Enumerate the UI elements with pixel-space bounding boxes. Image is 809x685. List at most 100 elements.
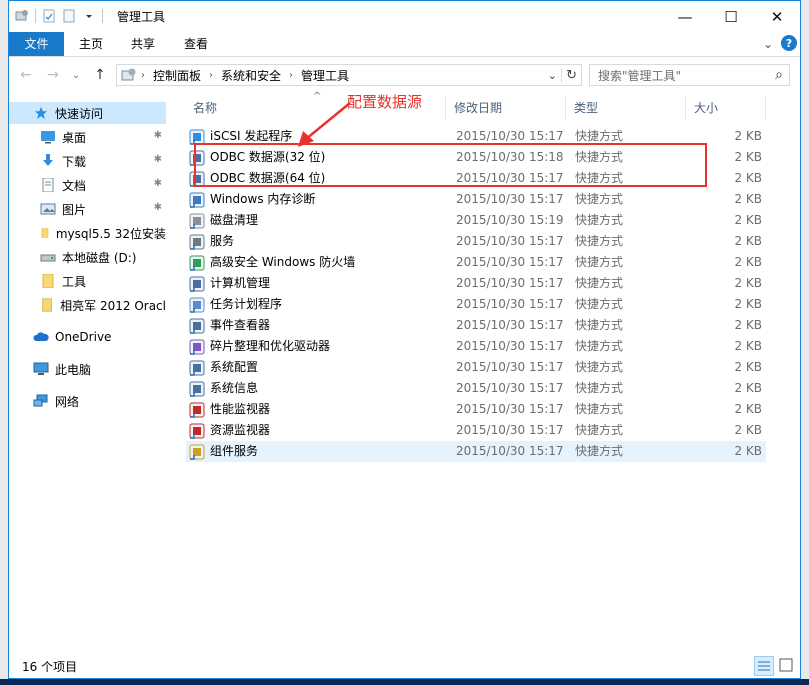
- file-date: 2015/10/30 15:17: [456, 255, 564, 269]
- refresh-button[interactable]: ↻: [561, 67, 577, 83]
- table-row[interactable]: 组件服务 2015/10/30 15:17 快捷方式 2 KB: [186, 441, 766, 462]
- large-icons-view-button[interactable]: [777, 656, 797, 676]
- help-button[interactable]: ?: [781, 35, 797, 51]
- shortcut-icon: [189, 423, 205, 439]
- shortcut-icon: [189, 234, 205, 250]
- address-dropdown-button[interactable]: ⌄: [548, 69, 557, 82]
- table-row[interactable]: 资源监视器 2015/10/30 15:17 快捷方式 2 KB: [186, 420, 766, 441]
- details-view-button[interactable]: [754, 656, 774, 676]
- file-date: 2015/10/30 15:17: [456, 402, 564, 416]
- file-name-cell: 资源监视器: [186, 420, 442, 441]
- back-button[interactable]: ←: [17, 66, 35, 84]
- tab-home[interactable]: 主页: [71, 32, 111, 56]
- sidebar-item-this-pc[interactable]: 此电脑: [9, 358, 166, 380]
- pin-icon: ✱: [153, 154, 162, 165]
- sidebar-item-quick-access[interactable]: 快速访问: [9, 102, 166, 124]
- sidebar-item-onedrive[interactable]: OneDrive: [9, 326, 166, 348]
- forward-button[interactable]: →: [44, 66, 62, 84]
- desktop-edge-right: [801, 0, 809, 679]
- file-name: 事件查看器: [210, 318, 271, 332]
- properties-icon[interactable]: [42, 9, 56, 23]
- control-panel-icon: [121, 68, 136, 81]
- crumb-admin-tools[interactable]: 管理工具: [297, 67, 353, 84]
- file-type: 快捷方式: [575, 381, 624, 395]
- file-type: 快捷方式: [575, 444, 624, 458]
- file-type: 快捷方式: [575, 213, 624, 227]
- column-header-size[interactable]: 大小: [686, 96, 766, 120]
- sidebar-item-label: 网络: [55, 394, 80, 409]
- shortcut-icon: [189, 192, 205, 208]
- file-size: 2 KB: [734, 297, 762, 311]
- folder-icon: [42, 298, 52, 312]
- network-icon: [33, 394, 48, 407]
- pictures-icon: [40, 203, 56, 215]
- tab-view[interactable]: 查看: [176, 32, 216, 56]
- drive-icon: [40, 254, 56, 262]
- sidebar-item-pictures[interactable]: 图片 ✱: [9, 198, 166, 220]
- table-row[interactable]: 磁盘清理 2015/10/30 15:19 快捷方式 2 KB: [186, 210, 766, 231]
- sidebar-item-oracle-folder[interactable]: 相亮军 2012 Oracl: [9, 294, 166, 316]
- sidebar-item-label: 下载: [62, 154, 87, 169]
- table-row[interactable]: 系统信息 2015/10/30 15:17 快捷方式 2 KB: [186, 378, 766, 399]
- sidebar-item-tools-folder[interactable]: 工具: [9, 270, 166, 292]
- up-button[interactable]: ↑: [91, 66, 109, 84]
- search-icon[interactable]: ⌕: [775, 67, 783, 83]
- file-type: 快捷方式: [575, 276, 624, 290]
- shortcut-icon: [189, 276, 205, 292]
- file-date: 2015/10/30 15:17: [456, 423, 564, 437]
- table-row[interactable]: 性能监视器 2015/10/30 15:17 快捷方式 2 KB: [186, 399, 766, 420]
- crumb-system-security[interactable]: 系统和安全: [217, 67, 285, 84]
- recent-locations-button[interactable]: ⌄: [67, 66, 85, 84]
- table-row[interactable]: 高级安全 Windows 防火墙 2015/10/30 15:17 快捷方式 2 KB: [186, 252, 766, 273]
- sidebar-item-label: 工具: [62, 274, 87, 289]
- desktop-edge-left: [0, 0, 8, 685]
- folder-icon: [41, 228, 49, 238]
- file-type: 快捷方式: [575, 297, 624, 311]
- tab-share[interactable]: 共享: [123, 32, 163, 56]
- table-row[interactable]: 计算机管理 2015/10/30 15:17 快捷方式 2 KB: [186, 273, 766, 294]
- file-type: 快捷方式: [575, 192, 624, 206]
- crumb-control-panel[interactable]: 控制面板: [149, 67, 205, 84]
- column-header-date[interactable]: 修改日期: [446, 96, 566, 120]
- sidebar-item-documents[interactable]: 文档 ✱: [9, 174, 166, 196]
- file-list: 名称 ^ 修改日期 类型 大小 iSCSI 发起程序 2015/10/30 15:…: [177, 91, 797, 653]
- table-row[interactable]: Windows 内存诊断 2015/10/30 15:17 快捷方式 2 KB: [186, 189, 766, 210]
- sidebar-item-downloads[interactable]: 下载 ✱: [9, 150, 166, 172]
- sidebar-item-desktop[interactable]: 桌面 ✱: [9, 126, 166, 148]
- table-row[interactable]: 服务 2015/10/30 15:17 快捷方式 2 KB: [186, 231, 766, 252]
- minimize-button[interactable]: —: [662, 1, 708, 32]
- file-name-cell: 任务计划程序: [186, 294, 442, 315]
- new-folder-icon[interactable]: [62, 9, 76, 23]
- table-row[interactable]: 任务计划程序 2015/10/30 15:17 快捷方式 2 KB: [186, 294, 766, 315]
- file-date: 2015/10/30 15:17: [456, 339, 564, 353]
- large-icons-view-icon: [779, 658, 793, 672]
- file-name: 资源监视器: [210, 423, 271, 437]
- sidebar-item-network[interactable]: 网络: [9, 390, 166, 412]
- close-button[interactable]: ✕: [754, 1, 800, 32]
- file-size: 2 KB: [734, 360, 762, 374]
- maximize-button[interactable]: ☐: [708, 1, 754, 32]
- crumb-separator-icon: ›: [209, 69, 214, 81]
- qat-dropdown-icon[interactable]: [82, 9, 96, 23]
- search-input[interactable]: 搜索"管理工具" ⌕: [589, 64, 790, 86]
- file-name-cell: 高级安全 Windows 防火墙: [186, 252, 442, 273]
- table-row[interactable]: 系统配置 2015/10/30 15:17 快捷方式 2 KB: [186, 357, 766, 378]
- file-size: 2 KB: [734, 276, 762, 290]
- tab-file[interactable]: 文件: [9, 32, 64, 56]
- file-name-cell: 事件查看器: [186, 315, 442, 336]
- file-size: 2 KB: [734, 339, 762, 353]
- file-type: 快捷方式: [575, 402, 624, 416]
- address-bar[interactable]: › 控制面板 › 系统和安全 › 管理工具 ⌄ ↻: [116, 64, 582, 86]
- file-name: 性能监视器: [210, 402, 271, 416]
- sidebar-item-local-disk-d[interactable]: 本地磁盘 (D:): [9, 246, 166, 268]
- ribbon-expand-button[interactable]: ⌄: [759, 35, 777, 53]
- column-header-date-label: 修改日期: [454, 101, 503, 115]
- file-size: 2 KB: [734, 192, 762, 206]
- sidebar-item-mysql-folder[interactable]: mysql5.5 32位安装: [9, 222, 166, 244]
- column-header-type[interactable]: 类型: [566, 96, 686, 120]
- column-header-size-label: 大小: [694, 101, 719, 115]
- table-row[interactable]: 事件查看器 2015/10/30 15:17 快捷方式 2 KB: [186, 315, 766, 336]
- file-date: 2015/10/30 15:19: [456, 213, 564, 227]
- file-type: 快捷方式: [575, 255, 624, 269]
- table-row[interactable]: 碎片整理和优化驱动器 2015/10/30 15:17 快捷方式 2 KB: [186, 336, 766, 357]
